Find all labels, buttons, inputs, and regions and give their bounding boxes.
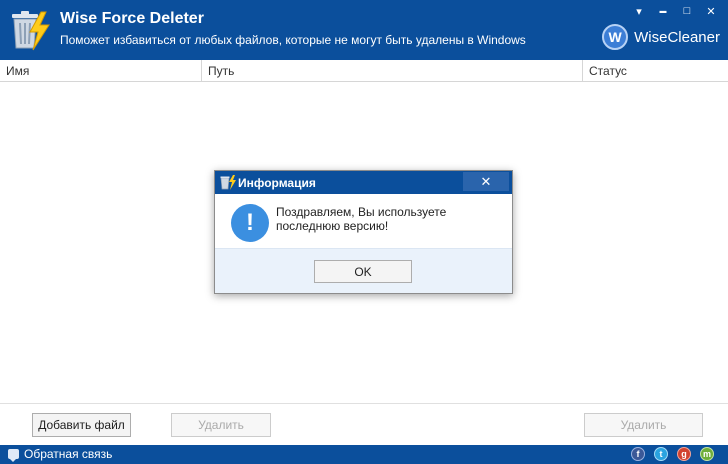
dialog-footer: OK [215, 248, 512, 293]
dialog-titlebar[interactable]: Информация ✕ [215, 171, 512, 194]
feedback-label: Обратная связь [24, 447, 113, 461]
wisecleaner-logo-icon: W [602, 24, 629, 50]
app-header: Wise Force Deleter Поможет избавиться от… [0, 0, 728, 60]
dialog-close-icon[interactable]: ✕ [463, 172, 509, 191]
status-bar: Обратная связь f t g m [0, 445, 728, 464]
trash-bolt-logo-icon [12, 11, 50, 51]
dialog-message: Поздравляем, Вы используете последнюю ве… [276, 205, 447, 233]
dialog-title: Информация [238, 176, 316, 190]
google-plus-icon[interactable]: g [677, 447, 691, 461]
file-table-header: Имя Путь Статус [0, 60, 728, 82]
maximize-icon[interactable]: □ [680, 4, 694, 18]
app-small-icon [220, 175, 236, 190]
twitter-icon[interactable]: t [654, 447, 668, 461]
column-header-status[interactable]: Статус [583, 60, 728, 82]
column-header-name[interactable]: Имя [0, 60, 202, 82]
exclamation-icon: ! [231, 204, 269, 242]
app-title: Wise Force Deleter [60, 10, 204, 27]
facebook-icon[interactable]: f [631, 447, 645, 461]
brand-name: WiseCleaner [634, 28, 720, 46]
close-icon[interactable]: ✕ [704, 4, 718, 18]
social-links: f t g m [631, 447, 714, 461]
app-subtitle: Поможет избавиться от любых файлов, кото… [60, 33, 526, 47]
action-bar: Добавить файл Удалить Удалить [0, 403, 728, 445]
delete-button[interactable]: Удалить [171, 413, 271, 437]
wisecleaner-brand[interactable]: W WiseCleaner [602, 24, 720, 50]
dialog-body: ! Поздравляем, Вы используете последнюю … [215, 194, 512, 248]
delete-all-button[interactable]: Удалить [584, 413, 703, 437]
minimize-icon[interactable]: ▬ [656, 4, 670, 18]
message-icon[interactable]: m [700, 447, 714, 461]
column-header-path[interactable]: Путь [202, 60, 583, 82]
menu-dropdown-icon[interactable]: ▾ [632, 4, 646, 18]
chat-bubble-icon [8, 449, 19, 462]
add-file-button[interactable]: Добавить файл [32, 413, 131, 437]
info-dialog: Информация ✕ ! Поздравляем, Вы используе… [214, 170, 513, 294]
feedback-link[interactable]: Обратная связь [8, 447, 113, 462]
window-controls: ▾ ▬ □ ✕ [632, 4, 718, 18]
ok-button[interactable]: OK [314, 260, 412, 283]
